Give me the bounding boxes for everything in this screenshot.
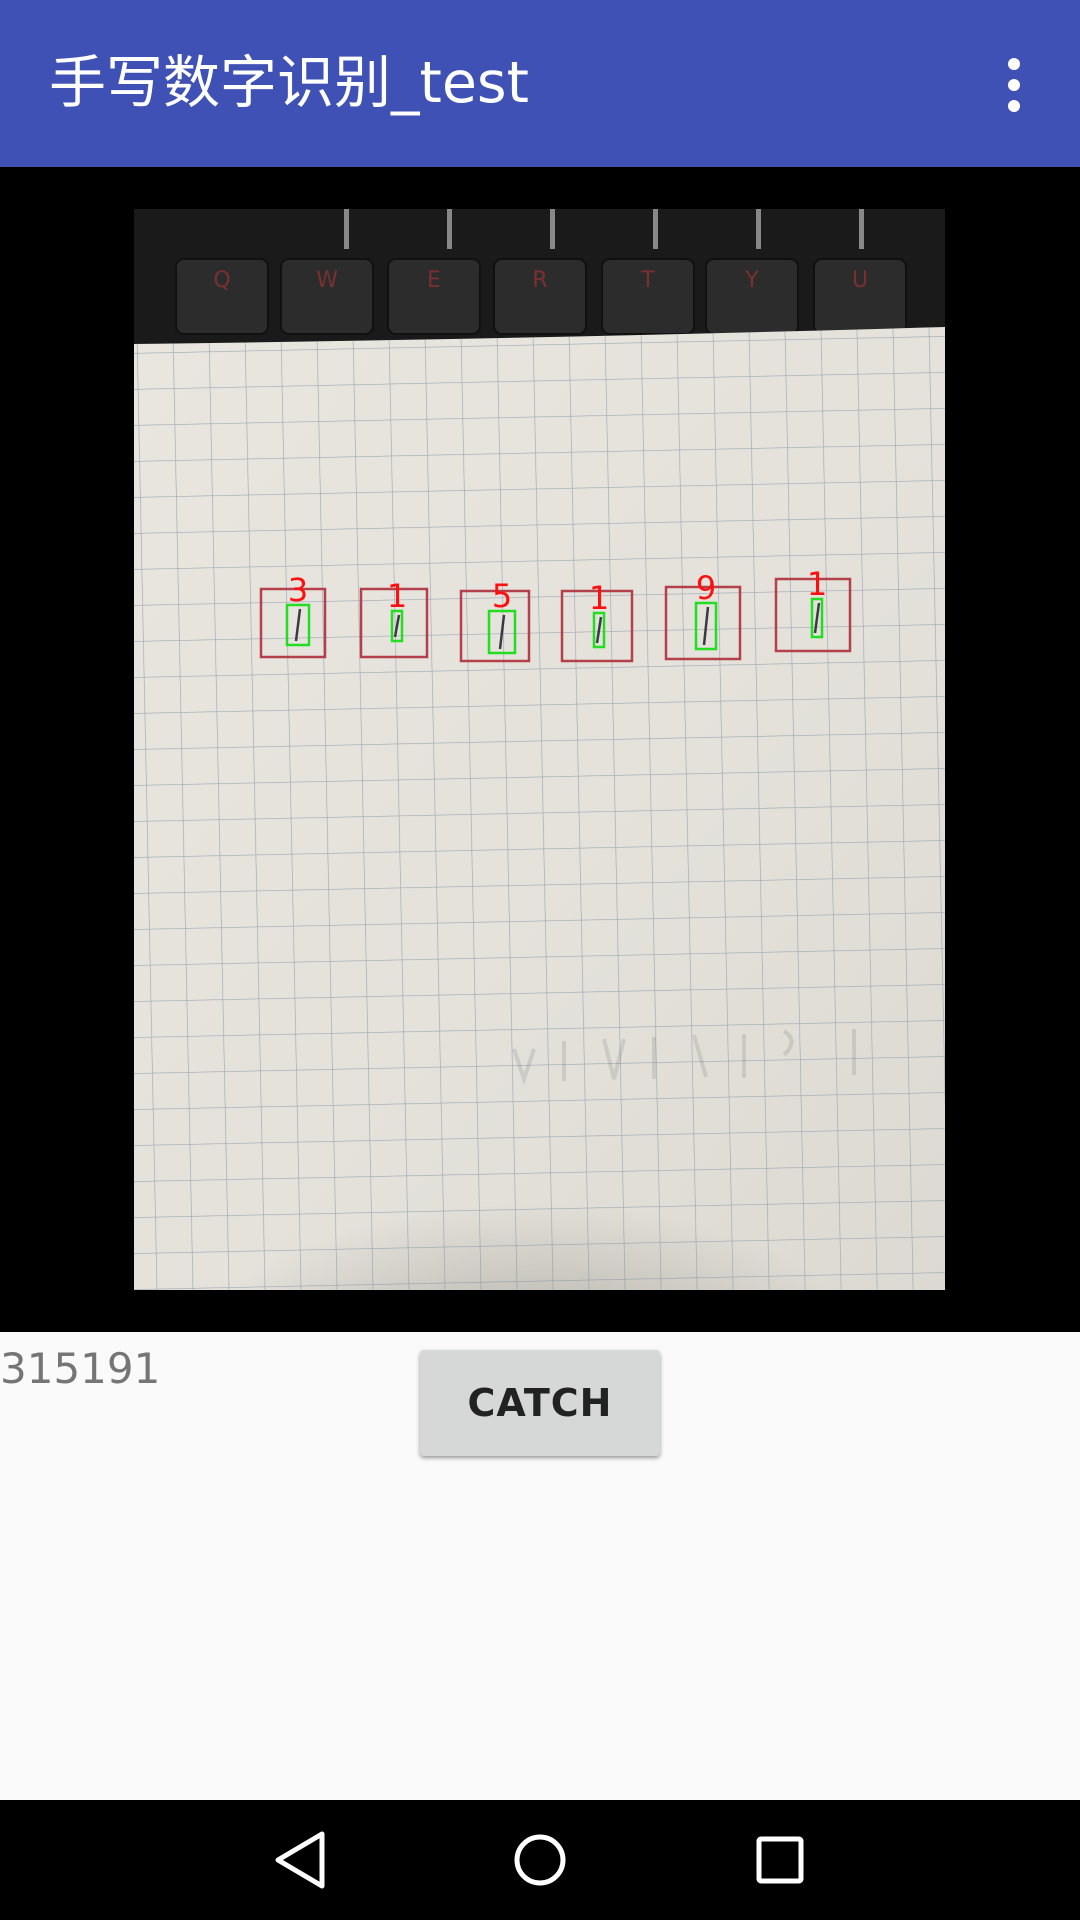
digit-label: 5: [492, 577, 512, 615]
camera-preview: QWERTYU 315191 CATCH: [0, 167, 1080, 1456]
svg-text:W: W: [316, 268, 338, 293]
navigation-bar: [0, 1800, 1080, 1920]
svg-text:E: E: [427, 268, 441, 293]
camera-frame: Q W E R T Y U 3 1 5 1 9 1: [134, 209, 945, 1290]
svg-text:Y: Y: [744, 268, 759, 293]
digit-label: 1: [807, 565, 827, 603]
recognized-digits-text: 315191: [0, 1344, 161, 1393]
back-triangle-icon[interactable]: [260, 1820, 340, 1900]
more-vert-icon[interactable]: [984, 50, 1044, 120]
keyboard-key: E: [387, 258, 481, 335]
digit-label: 3: [288, 571, 308, 609]
svg-text:Q: Q: [213, 268, 230, 293]
svg-text:T: T: [640, 268, 655, 293]
digit-label: 9: [696, 569, 716, 607]
keyboard-key: Q: [175, 258, 269, 335]
keyboard-key: W: [280, 258, 374, 335]
home-circle-icon[interactable]: [500, 1820, 580, 1900]
recents-square-icon[interactable]: [740, 1820, 820, 1900]
app-title: 手写数字识别_test: [49, 50, 529, 116]
keyboard-key: R: [493, 258, 587, 335]
svg-text:U: U: [852, 268, 868, 293]
keyboard-key: U: [813, 258, 907, 335]
keyboard-key: Y: [705, 258, 799, 335]
digit-label: 1: [589, 579, 609, 617]
catch-button[interactable]: CATCH: [420, 1350, 660, 1456]
keyboard-key: T: [601, 258, 695, 335]
app-bar: 手写数字识别_test: [0, 0, 1080, 167]
svg-text:R: R: [532, 268, 547, 293]
digit-label: 1: [387, 577, 407, 615]
